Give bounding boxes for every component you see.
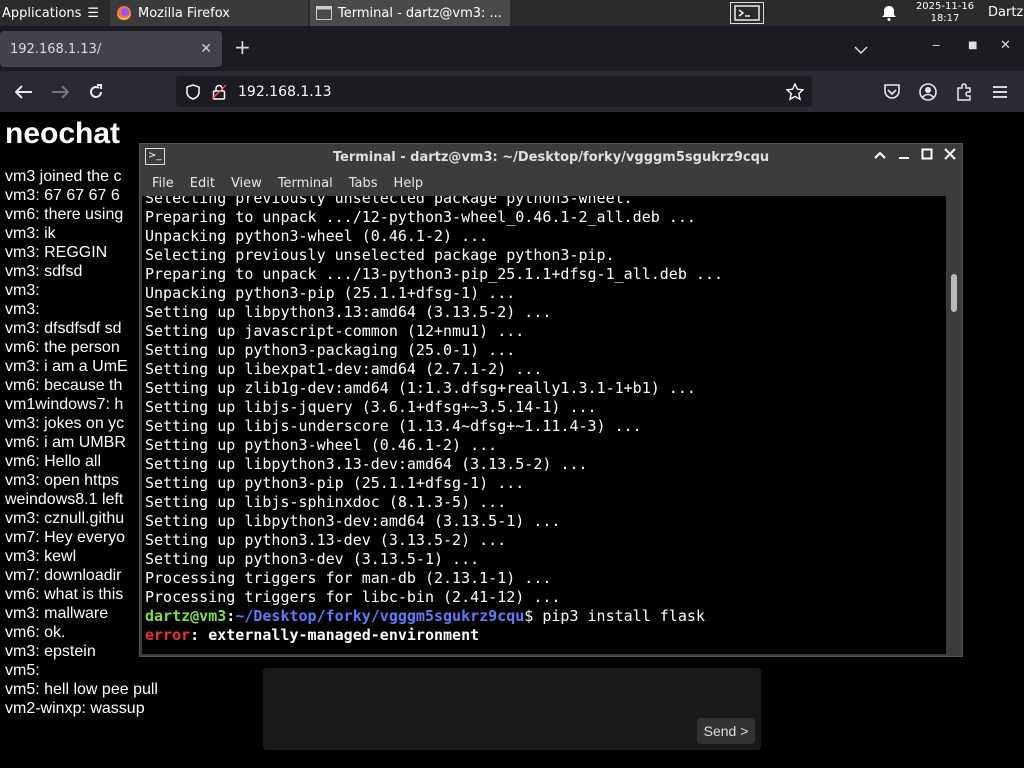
terminal-line: Setting up python3-dev (3.13.5-1) ... <box>145 550 480 568</box>
terminal-titlebar[interactable]: >_ Terminal - dartz@vm3: ~/Desktop/forky… <box>140 144 962 172</box>
close-window-icon[interactable]: ✕ <box>1000 38 1011 53</box>
applications-menu[interactable]: Applications ☰ <box>0 0 108 26</box>
prompt-symbol: $ <box>524 607 543 625</box>
terminal-line: Setting up javascript-common (12+nmu1) .… <box>145 322 525 340</box>
error-label: error <box>145 626 191 644</box>
close-tab-icon[interactable]: ✕ <box>200 41 212 57</box>
browser-tabbar: 192.168.1.13/ ✕ + ‒ ■ ✕ <box>0 26 1024 71</box>
terminal-line: Setting up libpython3.13-dev:amd64 (3.13… <box>145 455 588 473</box>
extensions-icon[interactable] <box>953 81 975 103</box>
chat-message: vm5: <box>5 662 40 679</box>
maximize-icon[interactable]: ■ <box>968 40 977 51</box>
browser-tab-title: 192.168.1.13/ <box>10 41 102 57</box>
terminal-line: Setting up libexpat1-dev:amd64 (2.7.1-2)… <box>145 360 543 378</box>
terminal-line: Unpacking python3-pip (25.1.1+dfsg-1) ..… <box>145 284 516 302</box>
minimize-icon[interactable]: ‒ <box>932 38 940 53</box>
terminal-menubar: File Edit View Terminal Tabs Help <box>140 172 962 196</box>
page-title: neochat <box>5 117 121 150</box>
shield-icon[interactable] <box>186 83 200 100</box>
url-text: 192.168.1.13 <box>238 83 332 100</box>
terminal-minimize-icon[interactable] <box>898 148 910 164</box>
scrollbar-thumb[interactable] <box>951 274 957 312</box>
terminal-line: Selecting previously unselected package … <box>145 196 633 207</box>
clock[interactable]: 2025-11-16 18:17 <box>906 1 984 25</box>
top-panel: Applications ☰ Mozilla Firefox Terminal … <box>0 0 1024 26</box>
terminal-line: Setting up libjs-jquery (3.6.1+dfsg+~3.5… <box>145 398 597 416</box>
terminal-menu-help[interactable]: Help <box>394 172 424 196</box>
message-input[interactable]: Send > <box>263 668 761 750</box>
terminal-line: Setting up zlib1g-dev:amd64 (1:1.3.dfsg+… <box>145 379 696 397</box>
chat-message: vm5: hell low pee pull <box>5 681 158 698</box>
applications-label: Applications <box>2 5 82 21</box>
terminal-line: Setting up python3.13-dev (3.13.5-2) ... <box>145 531 507 549</box>
url-bar[interactable]: 192.168.1.13 <box>176 76 812 107</box>
terminal-line: Setting up libjs-underscore (1.13.4~dfsg… <box>145 417 642 435</box>
back-icon[interactable] <box>13 81 35 103</box>
terminal-line: Processing triggers for libc-bin (2.41-1… <box>145 588 561 606</box>
taskbar-firefox[interactable]: Mozilla Firefox <box>110 0 308 26</box>
terminal-menu-tabs[interactable]: Tabs <box>349 172 378 196</box>
terminal-line: Setting up libjs-sphinxdoc (8.1.3-5) ... <box>145 493 507 511</box>
browser-navbar: 192.168.1.13 <box>0 71 1024 112</box>
clock-time: 18:17 <box>930 13 960 24</box>
menu-icon: ☰ <box>87 5 100 21</box>
terminal-output: Selecting previously unselected package … <box>145 196 723 645</box>
chat-message: vm2-winxp: wassup <box>5 700 145 717</box>
new-tab-icon[interactable]: + <box>234 37 251 57</box>
terminal-menu-view[interactable]: View <box>231 172 262 196</box>
prompt-separator: : <box>226 607 236 625</box>
firefox-icon <box>117 6 131 20</box>
terminal-line: Preparing to unpack .../12-python3-wheel… <box>145 208 696 226</box>
terminal-line: Setting up python3-packaging (25.0-1) ..… <box>145 341 516 359</box>
prompt-path: ~/Desktop/forky/vgggm5sgukrz9cqu <box>235 607 525 625</box>
terminal-menu-file[interactable]: File <box>152 172 174 196</box>
user-menu[interactable]: Dartz <box>988 5 1023 20</box>
taskbar-terminal[interactable]: Terminal - dartz@vm3: ... <box>310 0 510 26</box>
terminal-launcher-icon[interactable] <box>730 2 764 24</box>
terminal-scrollbar[interactable] <box>946 196 962 654</box>
terminal-screen[interactable]: Selecting previously unselected package … <box>142 196 946 654</box>
insecure-lock-icon[interactable] <box>212 83 226 100</box>
terminal-menu-terminal[interactable]: Terminal <box>278 172 333 196</box>
bookmark-star-icon[interactable] <box>786 82 804 101</box>
taskbar-terminal-label: Terminal - dartz@vm3: ... <box>338 5 502 21</box>
terminal-menu-edit[interactable]: Edit <box>190 172 215 196</box>
terminal-icon <box>316 6 332 20</box>
terminal-title: Terminal - dartz@vm3: ~/Desktop/forky/vg… <box>332 150 770 165</box>
prompt-user: dartz@vm3 <box>145 607 227 625</box>
terminal-line: Processing triggers for man-db (2.13.1-1… <box>145 569 552 587</box>
terminal-close-icon[interactable] <box>944 148 956 164</box>
forward-icon <box>49 81 71 103</box>
send-button[interactable]: Send > <box>697 718 755 744</box>
clock-date: 2025-11-16 <box>915 1 975 12</box>
pocket-icon[interactable] <box>881 81 903 103</box>
terminal-window[interactable]: >_ Terminal - dartz@vm3: ~/Desktop/forky… <box>139 143 963 657</box>
terminal-maximize-icon[interactable] <box>921 148 933 164</box>
terminal-line: Preparing to unpack .../13-python3-pip_2… <box>145 265 723 283</box>
notification-bell-icon[interactable] <box>882 5 896 25</box>
browser-tab[interactable]: 192.168.1.13/ ✕ <box>0 31 222 67</box>
error-text: : externally-managed-environment <box>190 626 480 644</box>
taskbar-firefox-label: Mozilla Firefox <box>138 5 230 21</box>
terminal-line: Unpacking python3-wheel (0.46.1-2) ... <box>145 227 489 245</box>
reload-icon[interactable] <box>85 81 107 103</box>
terminal-line: Setting up libpython3-dev:amd64 (3.13.5-… <box>145 512 561 530</box>
terminal-line: Selecting previously unselected package … <box>145 246 615 264</box>
shade-icon[interactable] <box>874 148 886 164</box>
account-icon[interactable] <box>917 81 939 103</box>
terminal-prompt-line: dartz@vm3:~/Desktop/forky/vgggm5sgukrz9c… <box>145 607 723 626</box>
terminal-error-line: error: externally-managed-environment <box>145 626 723 645</box>
prompt-command: pip3 install flask <box>542 607 705 625</box>
terminal-line: Setting up python3-wheel (0.46.1-2) ... <box>145 436 498 454</box>
terminal-line: Setting up libpython3.13:amd64 (3.13.5-2… <box>145 303 552 321</box>
terminal-line: Setting up python3-pip (25.1.1+dfsg-1) .… <box>145 474 525 492</box>
app-menu-icon[interactable] <box>989 81 1011 103</box>
list-tabs-icon[interactable] <box>854 40 868 59</box>
